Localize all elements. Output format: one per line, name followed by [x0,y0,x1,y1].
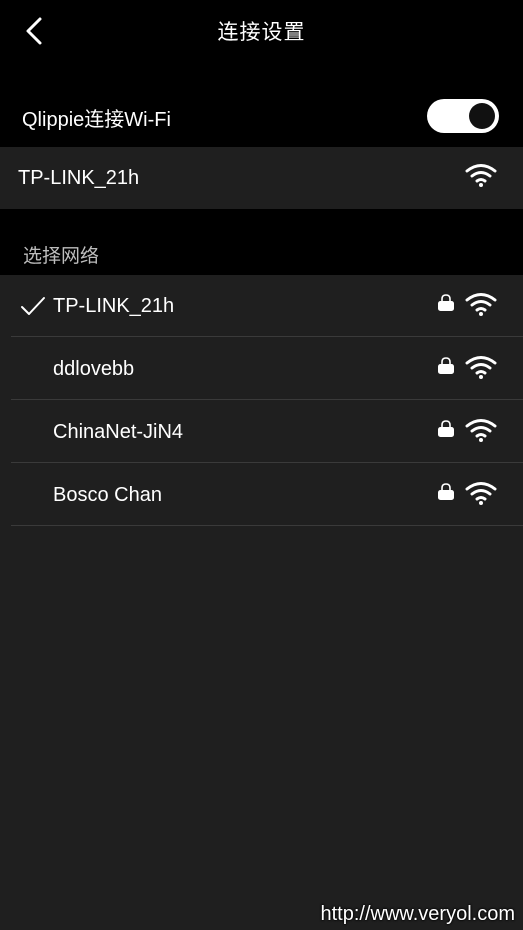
network-name: TP-LINK_21h [53,295,175,317]
divider [11,399,523,400]
network-name: ddlovebb [53,358,135,380]
wifi-icon [465,164,497,187]
current-network-row[interactable]: TP-LINK_21h [0,147,523,209]
network-name: ChinaNet-JiN4 [53,421,184,443]
list-item[interactable]: TP-LINK_21h [0,275,523,337]
wifi-toggle-label: Qlippie连接Wi-Fi [22,109,171,131]
wifi-icon [465,419,497,442]
wifi-toggle-switch[interactable] [427,99,499,133]
divider [11,525,523,526]
divider [11,336,523,337]
list-item[interactable]: Bosco Chan [0,464,523,526]
lock-icon [438,357,454,374]
wifi-icon [465,293,497,316]
divider [11,462,523,463]
network-name: Bosco Chan [53,484,162,506]
network-list: TP-LINK_21h ddlovebb ChinaNet-JiN4 Bosco… [0,275,523,930]
section-label: 选择网络 [23,246,100,267]
wifi-icon [465,482,497,505]
wifi-toggle-row: Qlippie连接Wi-Fi [0,84,523,146]
checkmark-icon [21,297,45,315]
lock-icon [438,294,454,311]
wifi-icon [465,356,497,379]
lock-icon [438,483,454,500]
current-network-name: TP-LINK_21h [18,167,140,189]
toggle-knob [469,103,495,129]
list-item[interactable]: ChinaNet-JiN4 [0,401,523,463]
watermark-text: http://www.veryol.com [320,903,515,925]
list-item[interactable]: ddlovebb [0,338,523,400]
header-bar: 连接设置 [0,0,523,62]
lock-icon [438,420,454,437]
page-title: 连接设置 [217,21,306,44]
